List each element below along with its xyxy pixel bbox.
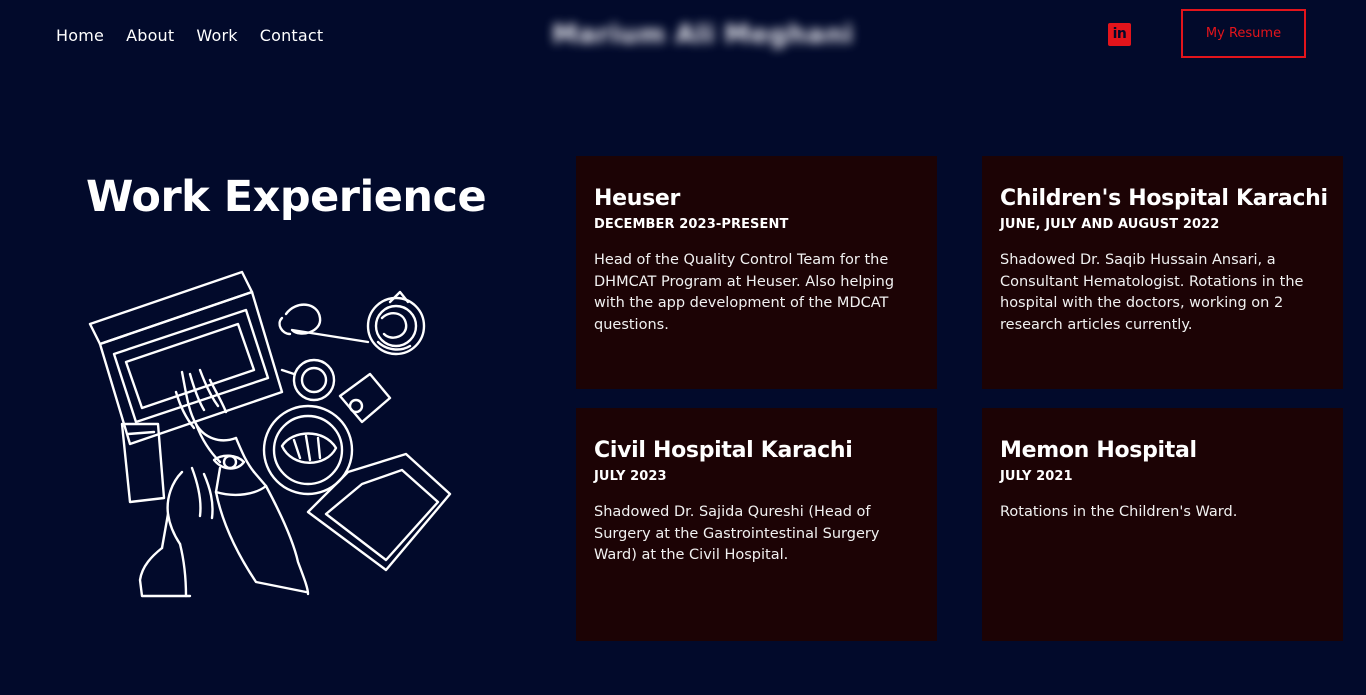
experience-card-childrens-hospital: Children's Hospital Karachi JUNE, JULY A… <box>982 156 1343 389</box>
card-title: Children's Hospital Karachi <box>1000 186 1328 211</box>
workspace-illustration <box>88 270 452 598</box>
card-description: Shadowed Dr. Saqib Hussain Ansari, a Con… <box>1000 252 1304 333</box>
nav-link-about[interactable]: About <box>126 26 174 45</box>
card-date: JULY 2023 <box>594 469 667 484</box>
card-description: Head of the Quality Control Team for the… <box>594 252 895 333</box>
card-description: Rotations in the Children's Ward. <box>1000 504 1238 520</box>
page: Home About Work Contact Marium Ali Megha… <box>0 0 1366 695</box>
experience-card-civil-hospital: Civil Hospital Karachi JULY 2023 Shadowe… <box>576 408 937 641</box>
card-title: Heuser <box>594 186 681 211</box>
main-nav: Home About Work Contact <box>56 26 323 45</box>
nav-link-home[interactable]: Home <box>56 26 104 45</box>
nav-link-work[interactable]: Work <box>196 26 237 45</box>
linkedin-icon[interactable]: in <box>1108 23 1131 46</box>
card-date: JULY 2021 <box>1000 469 1073 484</box>
experience-card-memon-hospital: Memon Hospital JULY 2021 Rotations in th… <box>982 408 1343 641</box>
card-date: DECEMBER 2023-PRESENT <box>594 217 789 232</box>
site-brand-name[interactable]: Marium Ali Meghani <box>552 20 853 50</box>
card-description: Shadowed Dr. Sajida Qureshi (Head of Sur… <box>594 504 880 564</box>
card-date: JUNE, JULY AND AUGUST 2022 <box>1000 217 1220 232</box>
my-resume-button[interactable]: My Resume <box>1181 9 1306 58</box>
card-title: Civil Hospital Karachi <box>594 438 853 463</box>
section-title: Work Experience <box>86 172 487 222</box>
nav-link-contact[interactable]: Contact <box>260 26 324 45</box>
experience-card-heuser: Heuser DECEMBER 2023-PRESENT Head of the… <box>576 156 937 389</box>
card-title: Memon Hospital <box>1000 438 1197 463</box>
